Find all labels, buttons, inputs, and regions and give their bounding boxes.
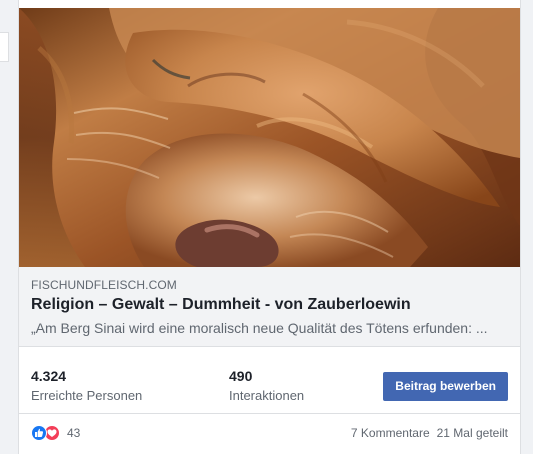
left-panel-edge [0,32,9,62]
link-description: „Am Berg Sinai wird eine moralisch neue … [31,320,488,336]
lion-facepalm-image [19,8,520,267]
facebook-post-screenshot: FISCHUNDFLEISCH.COM Religion – Gewalt – … [0,0,533,454]
thumbs-up-icon [31,425,47,441]
shares-count-link[interactable]: 21 Mal geteilt [437,426,508,440]
reactions-summary[interactable]: 43 [31,424,80,442]
post-card: FISCHUNDFLEISCH.COM Religion – Gewalt – … [18,0,521,454]
reaction-icons [31,424,63,442]
reach-metric[interactable]: 4.324 Erreichte Personen [31,367,142,405]
post-insights-bar: 4.324 Erreichte Personen 490 Interaktion… [19,355,520,414]
reaction-count: 43 [67,426,81,440]
interactions-value: 490 [229,368,253,384]
interactions-label: Interaktionen [229,388,305,403]
reach-value: 4.324 [31,368,67,384]
engagement-bar: 43 7 Kommentare 21 Mal geteilt [19,414,520,454]
promote-post-button[interactable]: Beitrag bewerben [383,372,508,401]
interactions-metric[interactable]: 490 Interaktionen [229,367,304,405]
link-preview[interactable]: FISCHUNDFLEISCH.COM Religion – Gewalt – … [19,267,520,347]
link-domain: FISCHUNDFLEISCH.COM [31,278,177,292]
post-image[interactable] [19,8,520,267]
comments-count-link[interactable]: 7 Kommentare [351,426,430,440]
comment-share-counts: 7 Kommentare 21 Mal geteilt [351,425,508,441]
reach-label: Erreichte Personen [31,388,143,403]
link-title[interactable]: Religion – Gewalt – Dummheit - von Zaube… [31,295,513,315]
